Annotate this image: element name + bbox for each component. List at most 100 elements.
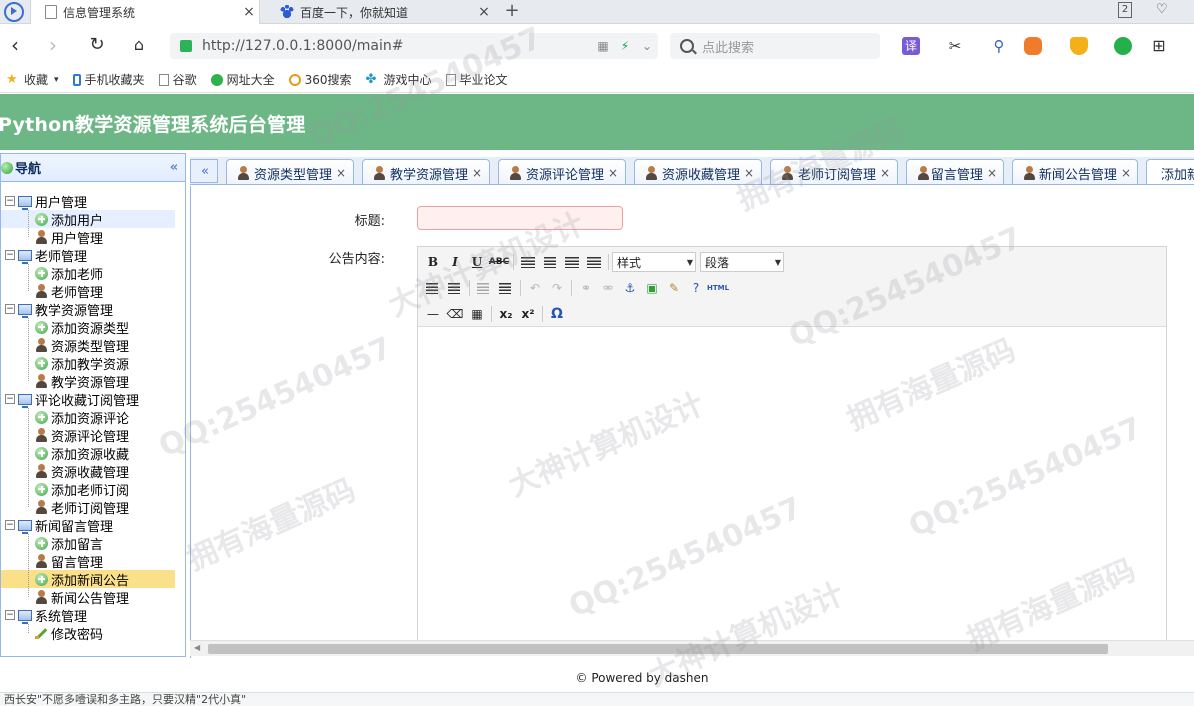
qr-code-icon[interactable]: ▦ bbox=[592, 39, 614, 53]
bookmark-thesis[interactable]: 毕业论文 bbox=[445, 71, 508, 88]
nav-group-3[interactable]: − 评论收藏订阅管理 bbox=[1, 390, 185, 409]
back-icon[interactable]: ‹ bbox=[4, 33, 26, 59]
close-tab-icon[interactable]: × bbox=[1121, 166, 1131, 180]
collapse-toggle-icon[interactable]: − bbox=[5, 520, 15, 530]
tab-2[interactable]: 资源评论管理 × bbox=[498, 159, 626, 184]
bullet-list-button[interactable] bbox=[422, 278, 444, 298]
speed-bolt-icon[interactable]: ⚡ bbox=[614, 39, 636, 53]
collapse-toggle-icon[interactable]: − bbox=[5, 304, 15, 314]
nav-group-2[interactable]: − 教学资源管理 bbox=[1, 300, 185, 319]
cleanup-brush-button[interactable]: ✎ bbox=[663, 278, 685, 298]
close-tab-icon[interactable]: × bbox=[880, 166, 890, 180]
nav-group-4[interactable]: − 新闻留言管理 bbox=[1, 516, 185, 535]
bookmark-favorites[interactable]: ★ 收藏 ▾ bbox=[6, 71, 59, 88]
search-box[interactable]: 点此搜索 bbox=[670, 33, 880, 59]
underline-button[interactable]: U bbox=[466, 252, 488, 272]
forward-icon[interactable]: › bbox=[42, 33, 64, 59]
close-tab-icon[interactable]: × bbox=[744, 166, 754, 180]
shield-icon[interactable] bbox=[1070, 37, 1088, 55]
align-center-button[interactable] bbox=[539, 252, 561, 272]
close-tab-icon[interactable]: × bbox=[472, 166, 482, 180]
align-left-button[interactable] bbox=[517, 252, 539, 272]
special-char-button[interactable]: Ω bbox=[546, 304, 568, 324]
close-tab-icon[interactable]: × bbox=[608, 166, 618, 180]
image-button[interactable]: ▣ bbox=[641, 278, 663, 298]
reload-icon[interactable]: ↻ bbox=[86, 33, 108, 59]
tabs-scroll-left-button[interactable]: « bbox=[190, 159, 218, 183]
format-select[interactable]: 段落 ▼ bbox=[700, 252, 784, 272]
horizontal-rule-button[interactable]: — bbox=[422, 304, 444, 324]
scissors-icon[interactable]: ✂ bbox=[946, 37, 964, 55]
style-select[interactable]: 样式 ▼ bbox=[612, 252, 696, 272]
skin-icon[interactable]: ♡ bbox=[1156, 2, 1172, 18]
collapse-icon[interactable]: « bbox=[163, 160, 185, 175]
scrollbar-thumb[interactable] bbox=[208, 644, 1108, 654]
help-button[interactable]: ? bbox=[685, 278, 707, 298]
browser-tab-baidu[interactable]: 百度一下，你就知道 × bbox=[266, 0, 494, 24]
nav-item-label: 老师订阅管理 bbox=[51, 501, 130, 517]
outdent-button[interactable] bbox=[473, 278, 495, 298]
address-bar[interactable]: http://127.0.0.1:8000/main# ▦ ⚡ ⌄ bbox=[170, 33, 658, 59]
justify-button[interactable] bbox=[583, 252, 605, 272]
url-input[interactable]: http://127.0.0.1:8000/main# bbox=[202, 38, 592, 54]
tab-3[interactable]: 资源收藏管理 × bbox=[634, 159, 762, 184]
collapse-toggle-icon[interactable]: − bbox=[5, 196, 15, 206]
nav-item-label: 新闻公告管理 bbox=[51, 591, 130, 607]
anchor-button[interactable]: ⚓ bbox=[619, 278, 641, 298]
title-input[interactable] bbox=[417, 206, 623, 230]
bookmark-games[interactable]: ✤ 游戏中心 bbox=[366, 71, 432, 88]
numbered-list-button[interactable] bbox=[444, 278, 466, 298]
nav-group-5[interactable]: − 系统管理 bbox=[1, 606, 185, 625]
browser-logo-icon[interactable] bbox=[4, 2, 24, 22]
translate-icon[interactable]: 译 bbox=[902, 37, 920, 55]
home-icon[interactable]: ⌂ bbox=[128, 33, 150, 59]
undo-button[interactable]: ↶ bbox=[524, 278, 546, 298]
html-source-button[interactable]: HTML bbox=[707, 278, 729, 298]
grid-icon[interactable]: ⊞ bbox=[1150, 37, 1168, 55]
close-tab-icon[interactable]: × bbox=[336, 166, 346, 180]
italic-button[interactable]: I bbox=[444, 252, 466, 272]
scroll-left-arrow-icon[interactable]: ◀ bbox=[194, 643, 200, 652]
unlink-button[interactable]: ⚮ bbox=[597, 278, 619, 298]
redo-button[interactable]: ↷ bbox=[546, 278, 568, 298]
editor-body[interactable] bbox=[418, 328, 1166, 641]
tab-7[interactable]: 添加新闻公告× bbox=[1146, 159, 1194, 184]
magnifier-icon[interactable]: ⚲ bbox=[990, 37, 1008, 55]
strikethrough-button[interactable]: ABC bbox=[488, 252, 510, 272]
close-tab-icon[interactable]: × bbox=[987, 166, 997, 180]
bold-button[interactable]: B bbox=[422, 252, 444, 272]
chevron-down-icon: ▼ bbox=[774, 257, 782, 267]
bookmark-directory[interactable]: 网址大全 bbox=[210, 71, 275, 88]
nav-group-0[interactable]: − 用户管理 bbox=[1, 192, 185, 211]
collapse-toggle-icon[interactable]: − bbox=[5, 394, 15, 404]
chevron-down-icon[interactable]: ⌄ bbox=[636, 39, 658, 53]
table-button[interactable]: ▦ bbox=[466, 304, 488, 324]
bookmark-360[interactable]: 360搜索 bbox=[288, 71, 352, 88]
game-icon[interactable] bbox=[1024, 37, 1042, 55]
browser-tab-active[interactable]: 信息管理系统 × bbox=[30, 0, 260, 24]
tab-1[interactable]: 教学资源管理 × bbox=[362, 159, 490, 184]
link-button[interactable]: ⚭ bbox=[575, 278, 597, 298]
tab-4[interactable]: 老师订阅管理 × bbox=[770, 159, 898, 184]
horizontal-scrollbar[interactable]: ◀ bbox=[190, 640, 1194, 656]
nav-group-1[interactable]: − 老师管理 bbox=[1, 246, 185, 265]
new-tab-button[interactable]: + bbox=[502, 0, 522, 24]
superscript-button[interactable]: x² bbox=[517, 304, 539, 324]
close-tab-icon[interactable]: × bbox=[239, 4, 259, 20]
eraser-button[interactable]: ⌫ bbox=[444, 304, 466, 324]
indent-button[interactable] bbox=[495, 278, 517, 298]
bookmark-mobile[interactable]: 手机收藏夹 bbox=[72, 71, 145, 88]
subscript-button[interactable]: x₂ bbox=[495, 304, 517, 324]
tab-count-badge[interactable]: 2 bbox=[1118, 2, 1132, 18]
collapse-toggle-icon[interactable]: − bbox=[5, 610, 15, 620]
tab-0[interactable]: 资源类型管理 × bbox=[226, 159, 354, 184]
search-input[interactable]: 点此搜索 bbox=[702, 37, 754, 56]
close-tab-icon[interactable]: × bbox=[474, 4, 494, 20]
nav-item-label: 教学资源管理 bbox=[51, 375, 130, 391]
wechat-icon[interactable] bbox=[1114, 37, 1132, 55]
tab-6[interactable]: 新闻公告管理 × bbox=[1012, 159, 1138, 184]
tab-5[interactable]: 留言管理 × bbox=[906, 159, 1004, 184]
align-right-button[interactable] bbox=[561, 252, 583, 272]
bookmark-google[interactable]: 谷歌 bbox=[158, 71, 197, 88]
collapse-toggle-icon[interactable]: − bbox=[5, 250, 15, 260]
